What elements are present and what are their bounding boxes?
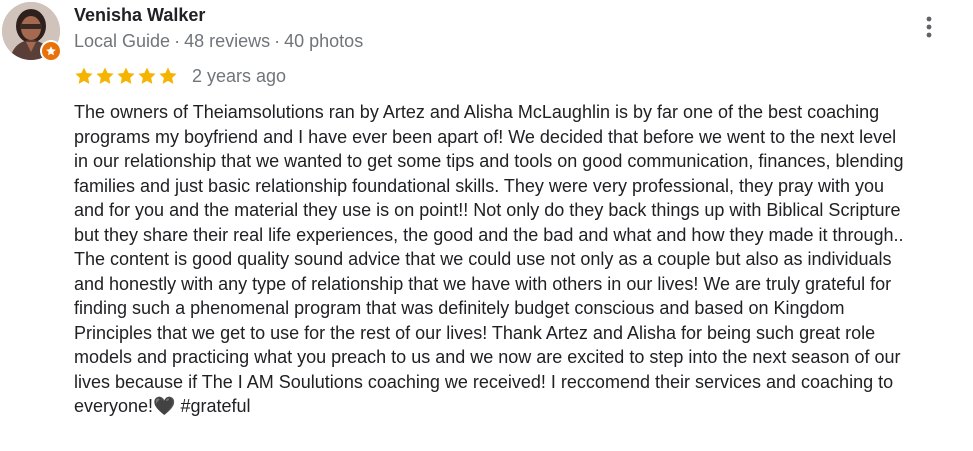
star-icon xyxy=(159,67,177,84)
local-guide-badge xyxy=(40,40,62,62)
reviewer-avatar[interactable] xyxy=(2,2,62,62)
star-icon xyxy=(96,67,114,84)
more-options-button[interactable] xyxy=(916,12,942,42)
review-text: The owners of Theiamsolutions ran by Art… xyxy=(74,102,904,416)
reviewer-meta: Local Guide · 48 reviews · 40 photos xyxy=(74,30,363,52)
star-rating xyxy=(74,66,179,86)
meta-separator: · xyxy=(174,31,181,51)
meta-separator: · xyxy=(274,31,281,51)
reviewer-name[interactable]: Venisha Walker xyxy=(74,4,205,26)
star-icon xyxy=(117,67,135,84)
review-date: 2 years ago xyxy=(192,66,287,86)
review-card: Venisha Walker Local Guide · 48 reviews · 40… xyxy=(0,0,973,451)
star-icon xyxy=(138,67,156,84)
photo-count: 40 photos xyxy=(284,31,364,51)
local-guide-label: Local Guide xyxy=(74,31,171,51)
local-guide-star-icon xyxy=(46,46,56,56)
rating-row: 2 years ago xyxy=(74,64,286,88)
star-icon xyxy=(75,67,93,84)
review-count: 48 reviews xyxy=(184,31,271,51)
more-vert-icon xyxy=(926,16,932,38)
